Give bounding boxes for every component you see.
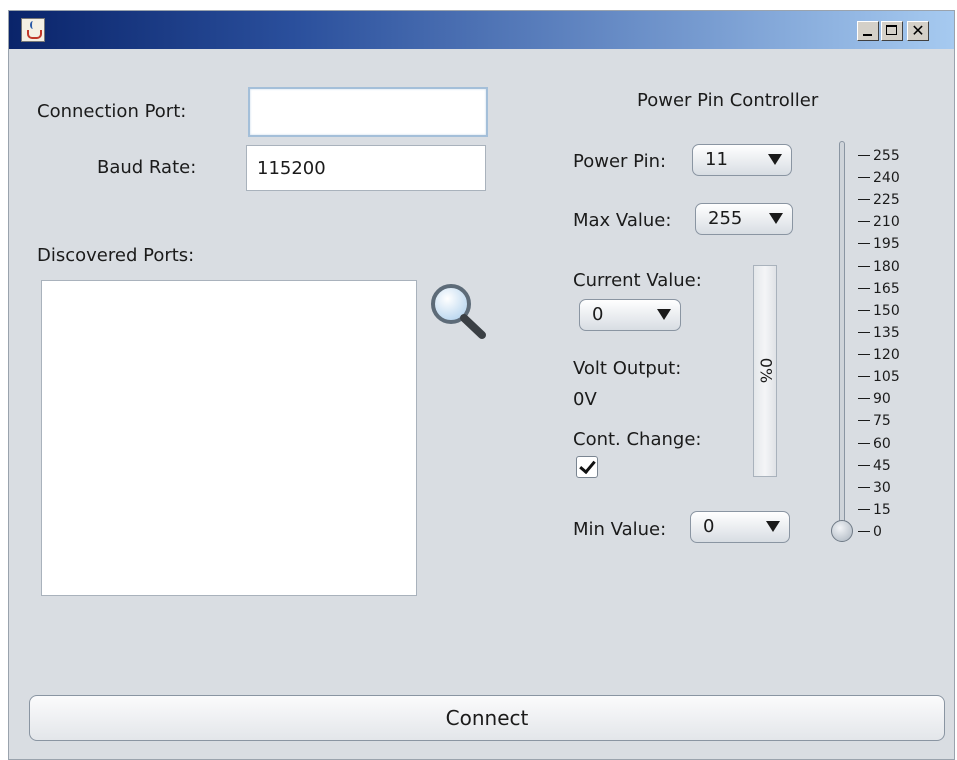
slider-tick-label: 195 [873, 236, 900, 253]
min-value-select[interactable]: 0 [690, 511, 790, 543]
slider-tick-mark [858, 442, 870, 444]
slider-tick-mark [858, 287, 870, 289]
power-pin-label: Power Pin: [573, 151, 667, 172]
baud-rate-label: Baud Rate: [97, 157, 197, 178]
max-value-label: Max Value: [573, 210, 672, 231]
current-value-select[interactable]: 0 [579, 299, 681, 331]
power-progress-bar: 0% [753, 265, 777, 477]
slider-tick-mark [858, 486, 870, 488]
slider-tick-label: 105 [873, 369, 900, 386]
slider-tick-mark [858, 243, 870, 245]
slider-tick-label: 180 [873, 258, 900, 275]
slider-tick-mark [858, 221, 870, 223]
baud-rate-input[interactable] [246, 145, 486, 191]
minimize-button[interactable] [857, 21, 879, 41]
slider-tick-label: 0 [873, 524, 882, 540]
connect-button[interactable]: Connect [29, 695, 945, 741]
slider-tick-label: 45 [873, 457, 891, 474]
slider-tick-mark [858, 376, 870, 378]
slider-tick-label: 165 [873, 280, 900, 297]
connection-port-input[interactable] [248, 87, 488, 137]
slider-tick-label: 210 [873, 214, 900, 231]
cont-change-checkbox[interactable] [576, 456, 598, 478]
slider-tick-mark [858, 354, 870, 356]
discovered-ports-list[interactable] [41, 280, 417, 596]
slider-tick-label: 135 [873, 324, 900, 341]
current-value-value: 0 [592, 304, 604, 325]
magnifier-icon [431, 284, 486, 339]
slider-tick-label: 240 [873, 170, 900, 187]
cont-change-label: Cont. Change: [573, 429, 702, 450]
java-cup-icon[interactable] [21, 18, 45, 42]
maximize-icon [886, 25, 897, 35]
chevron-down-icon [769, 213, 783, 224]
volt-output-value: 0V [573, 389, 597, 410]
power-pin-controller-title: Power Pin Controller [637, 90, 819, 111]
slider-tick-label: 150 [873, 302, 900, 319]
title-bar[interactable]: ✕ [9, 11, 954, 49]
discovered-ports-label: Discovered Ports: [37, 245, 195, 266]
maximize-button[interactable] [881, 21, 903, 41]
power-slider-thumb[interactable] [831, 520, 853, 542]
slider-tick-mark [858, 398, 870, 400]
slider-tick-label: 30 [873, 479, 891, 496]
slider-tick-label: 15 [873, 501, 891, 518]
slider-tick-label: 120 [873, 347, 900, 364]
slider-tick-mark [858, 155, 870, 156]
progress-percent-label: 0% [756, 357, 776, 384]
search-ports-button[interactable] [427, 280, 489, 340]
minimize-icon [863, 34, 872, 36]
slider-tick-mark [858, 464, 870, 466]
chevron-down-icon [768, 154, 782, 165]
close-icon: ✕ [911, 21, 925, 40]
slider-tick-label: 90 [873, 391, 891, 408]
slider-tick-mark [858, 177, 870, 179]
volt-output-label: Volt Output: [573, 358, 682, 379]
slider-tick-label: 60 [873, 435, 891, 452]
checkmark-icon [579, 456, 596, 475]
close-button[interactable]: ✕ [907, 21, 929, 41]
slider-tick-mark [858, 420, 870, 422]
slider-tick-label: 255 [873, 148, 900, 164]
power-slider-track[interactable] [839, 141, 845, 531]
slider-tick-mark [858, 531, 870, 532]
slider-tick-mark [858, 199, 870, 201]
min-value-value: 0 [703, 516, 715, 537]
max-value-select[interactable]: 255 [695, 203, 793, 235]
max-value-value: 255 [708, 208, 743, 229]
slider-tick-label: 75 [873, 413, 891, 430]
slider-tick-mark [858, 331, 870, 333]
connection-port-label: Connection Port: [37, 101, 187, 122]
current-value-label: Current Value: [573, 270, 702, 291]
chevron-down-icon [766, 521, 780, 532]
slider-tick-label: 225 [873, 192, 900, 209]
slider-tick-mark [858, 265, 870, 267]
slider-tick-mark [858, 508, 870, 510]
power-pin-value: 11 [705, 149, 728, 170]
chevron-down-icon [657, 309, 671, 320]
app-window: ✕ Connection Port: Baud Rate: Discovered… [8, 10, 955, 760]
power-pin-select[interactable]: 11 [692, 144, 792, 176]
slider-tick-mark [858, 309, 870, 311]
min-value-label: Min Value: [573, 519, 667, 540]
